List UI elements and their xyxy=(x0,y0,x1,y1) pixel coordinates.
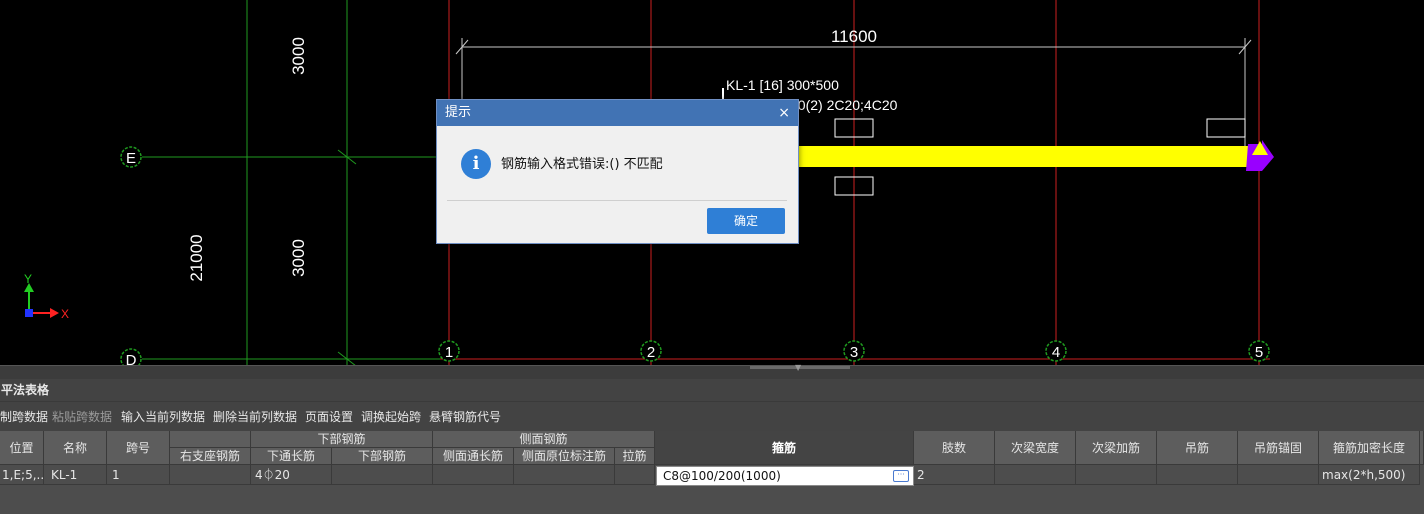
ucs-x-label: X xyxy=(61,307,69,321)
toolbar-page-setup[interactable]: 页面设置 xyxy=(305,402,353,432)
panel-splitter[interactable]: ▼ xyxy=(0,364,1424,380)
beam-label-line2: 00(2) 2C20;4C20 xyxy=(790,97,898,113)
cell-sec-beam-width[interactable] xyxy=(995,465,1076,485)
ucs-y-label: Y xyxy=(24,272,32,286)
col-header-side-through[interactable]: 侧面通长筋 xyxy=(433,448,514,465)
cell-hanger[interactable] xyxy=(1157,465,1238,485)
stirrup-input[interactable]: C8@100/200(1000) ··· xyxy=(656,466,914,486)
col-header-sec-beam-width[interactable]: 次梁宽度 xyxy=(995,431,1076,465)
cell-hanger-anchor[interactable] xyxy=(1238,465,1319,485)
cell-side-original[interactable] xyxy=(514,465,615,485)
cell-sec-beam-add[interactable] xyxy=(1076,465,1157,485)
col-header-bottom-through[interactable]: 下通长筋 xyxy=(251,448,332,465)
col-header-span[interactable]: 跨号 xyxy=(107,431,170,465)
axis-label-d: D xyxy=(126,352,137,365)
info-icon: i xyxy=(461,149,491,179)
cell-span[interactable]: 1 xyxy=(107,465,170,485)
toolbar-input-column-data[interactable]: 输入当前列数据 xyxy=(121,402,205,432)
col-header-hanger[interactable]: 吊筋 xyxy=(1157,431,1238,465)
dimension-text-top: 11600 xyxy=(831,27,877,46)
panel-title-text: 平法表格 xyxy=(1,383,50,397)
dialog-title: 提示 xyxy=(445,105,472,120)
panel-title: 平法表格 xyxy=(0,379,1424,401)
cell-bottom-rebar[interactable] xyxy=(332,465,433,485)
group-header-side-rebar: 侧面钢筋 xyxy=(433,431,655,448)
axis-label-1: 1 xyxy=(445,344,453,361)
beam-label-line1: KL-1 [16] 300*500 xyxy=(726,77,839,93)
toolbar-cantilever-code[interactable]: 悬臂钢筋代号 xyxy=(429,402,501,432)
axis-label-2: 2 xyxy=(647,344,655,361)
toolbar-copy-span-data[interactable]: 制跨数据 xyxy=(0,402,48,432)
pingfa-table-panel: 平法表格 制跨数据 粘贴跨数据 输入当前列数据 删除当前列数据 页面设置 调换起… xyxy=(0,379,1424,514)
toolbar-delete-column-data[interactable]: 删除当前列数据 xyxy=(213,402,297,432)
axis-label-5: 5 xyxy=(1255,344,1263,361)
axis-label-4: 4 xyxy=(1052,344,1060,361)
close-icon[interactable]: × xyxy=(778,100,790,126)
dimension-text-left-lower: 3000 xyxy=(289,239,308,277)
prompt-dialog: 提示 × i 钢筋输入格式错误:() 不匹配 确定 xyxy=(436,99,799,244)
col-header-stirrup[interactable]: 箍筋 xyxy=(655,431,914,465)
col-header-tie[interactable]: 拉筋 xyxy=(615,448,655,465)
axis-label-e: E xyxy=(126,150,136,167)
col-header-side-original[interactable]: 侧面原位标注筋 xyxy=(514,448,615,465)
col-header-overflow xyxy=(1420,431,1424,465)
col-header-right-support[interactable]: 右支座钢筋 xyxy=(170,448,251,465)
chevron-down-icon[interactable]: ▼ xyxy=(795,364,801,372)
stirrup-input-value: C8@100/200(1000) xyxy=(663,469,781,483)
cell-name[interactable]: KL-1 xyxy=(44,465,107,485)
panel-toolbar: 制跨数据 粘贴跨数据 输入当前列数据 删除当前列数据 页面设置 调换起始跨 悬臂… xyxy=(0,401,1424,432)
cell-right-support[interactable] xyxy=(170,465,251,485)
cell-bottom-through[interactable]: 4⏀20 xyxy=(251,465,332,485)
col-header-stirrup-dense-length[interactable]: 箍筋加密长度 xyxy=(1319,431,1420,465)
dialog-message: 钢筋输入格式错误:() 不匹配 xyxy=(501,157,663,172)
col-header-blank xyxy=(170,431,251,448)
dimension-text-left-upper: 3000 xyxy=(289,37,308,75)
dialog-separator xyxy=(447,200,787,201)
axis-label-3: 3 xyxy=(850,344,858,361)
cell-side-through[interactable] xyxy=(433,465,514,485)
toolbar-swap-start-span[interactable]: 调换起始跨 xyxy=(361,402,421,432)
ellipsis-button[interactable]: ··· xyxy=(893,470,909,482)
col-header-bottom-rebar[interactable]: 下部钢筋 xyxy=(332,448,433,465)
group-header-bottom-rebar: 下部钢筋 xyxy=(251,431,433,448)
cell-position[interactable]: 1,E;5,... xyxy=(0,465,44,485)
cell-stirrup-dense-length[interactable]: max(2*h,500) xyxy=(1319,465,1420,485)
dialog-titlebar[interactable]: 提示 × xyxy=(437,100,798,126)
dimension-text-left-outer: 21000 xyxy=(187,234,206,281)
col-header-name[interactable]: 名称 xyxy=(44,431,107,465)
cell-tie[interactable] xyxy=(615,465,655,485)
col-header-hanger-anchor[interactable]: 吊筋锚固 xyxy=(1238,431,1319,465)
cell-legs[interactable]: 2 xyxy=(914,465,995,485)
pingfa-table: 位置 名称 跨号 下部钢筋 侧面钢筋 右支座钢筋 下通长筋 下部钢筋 侧面通长筋… xyxy=(0,431,1424,514)
ok-button[interactable]: 确定 xyxy=(707,208,785,234)
toolbar-paste-span-data[interactable]: 粘贴跨数据 xyxy=(52,402,112,432)
col-header-sec-beam-add[interactable]: 次梁加筋 xyxy=(1076,431,1157,465)
col-header-legs[interactable]: 肢数 xyxy=(914,431,995,465)
col-header-position[interactable]: 位置 xyxy=(0,431,44,465)
